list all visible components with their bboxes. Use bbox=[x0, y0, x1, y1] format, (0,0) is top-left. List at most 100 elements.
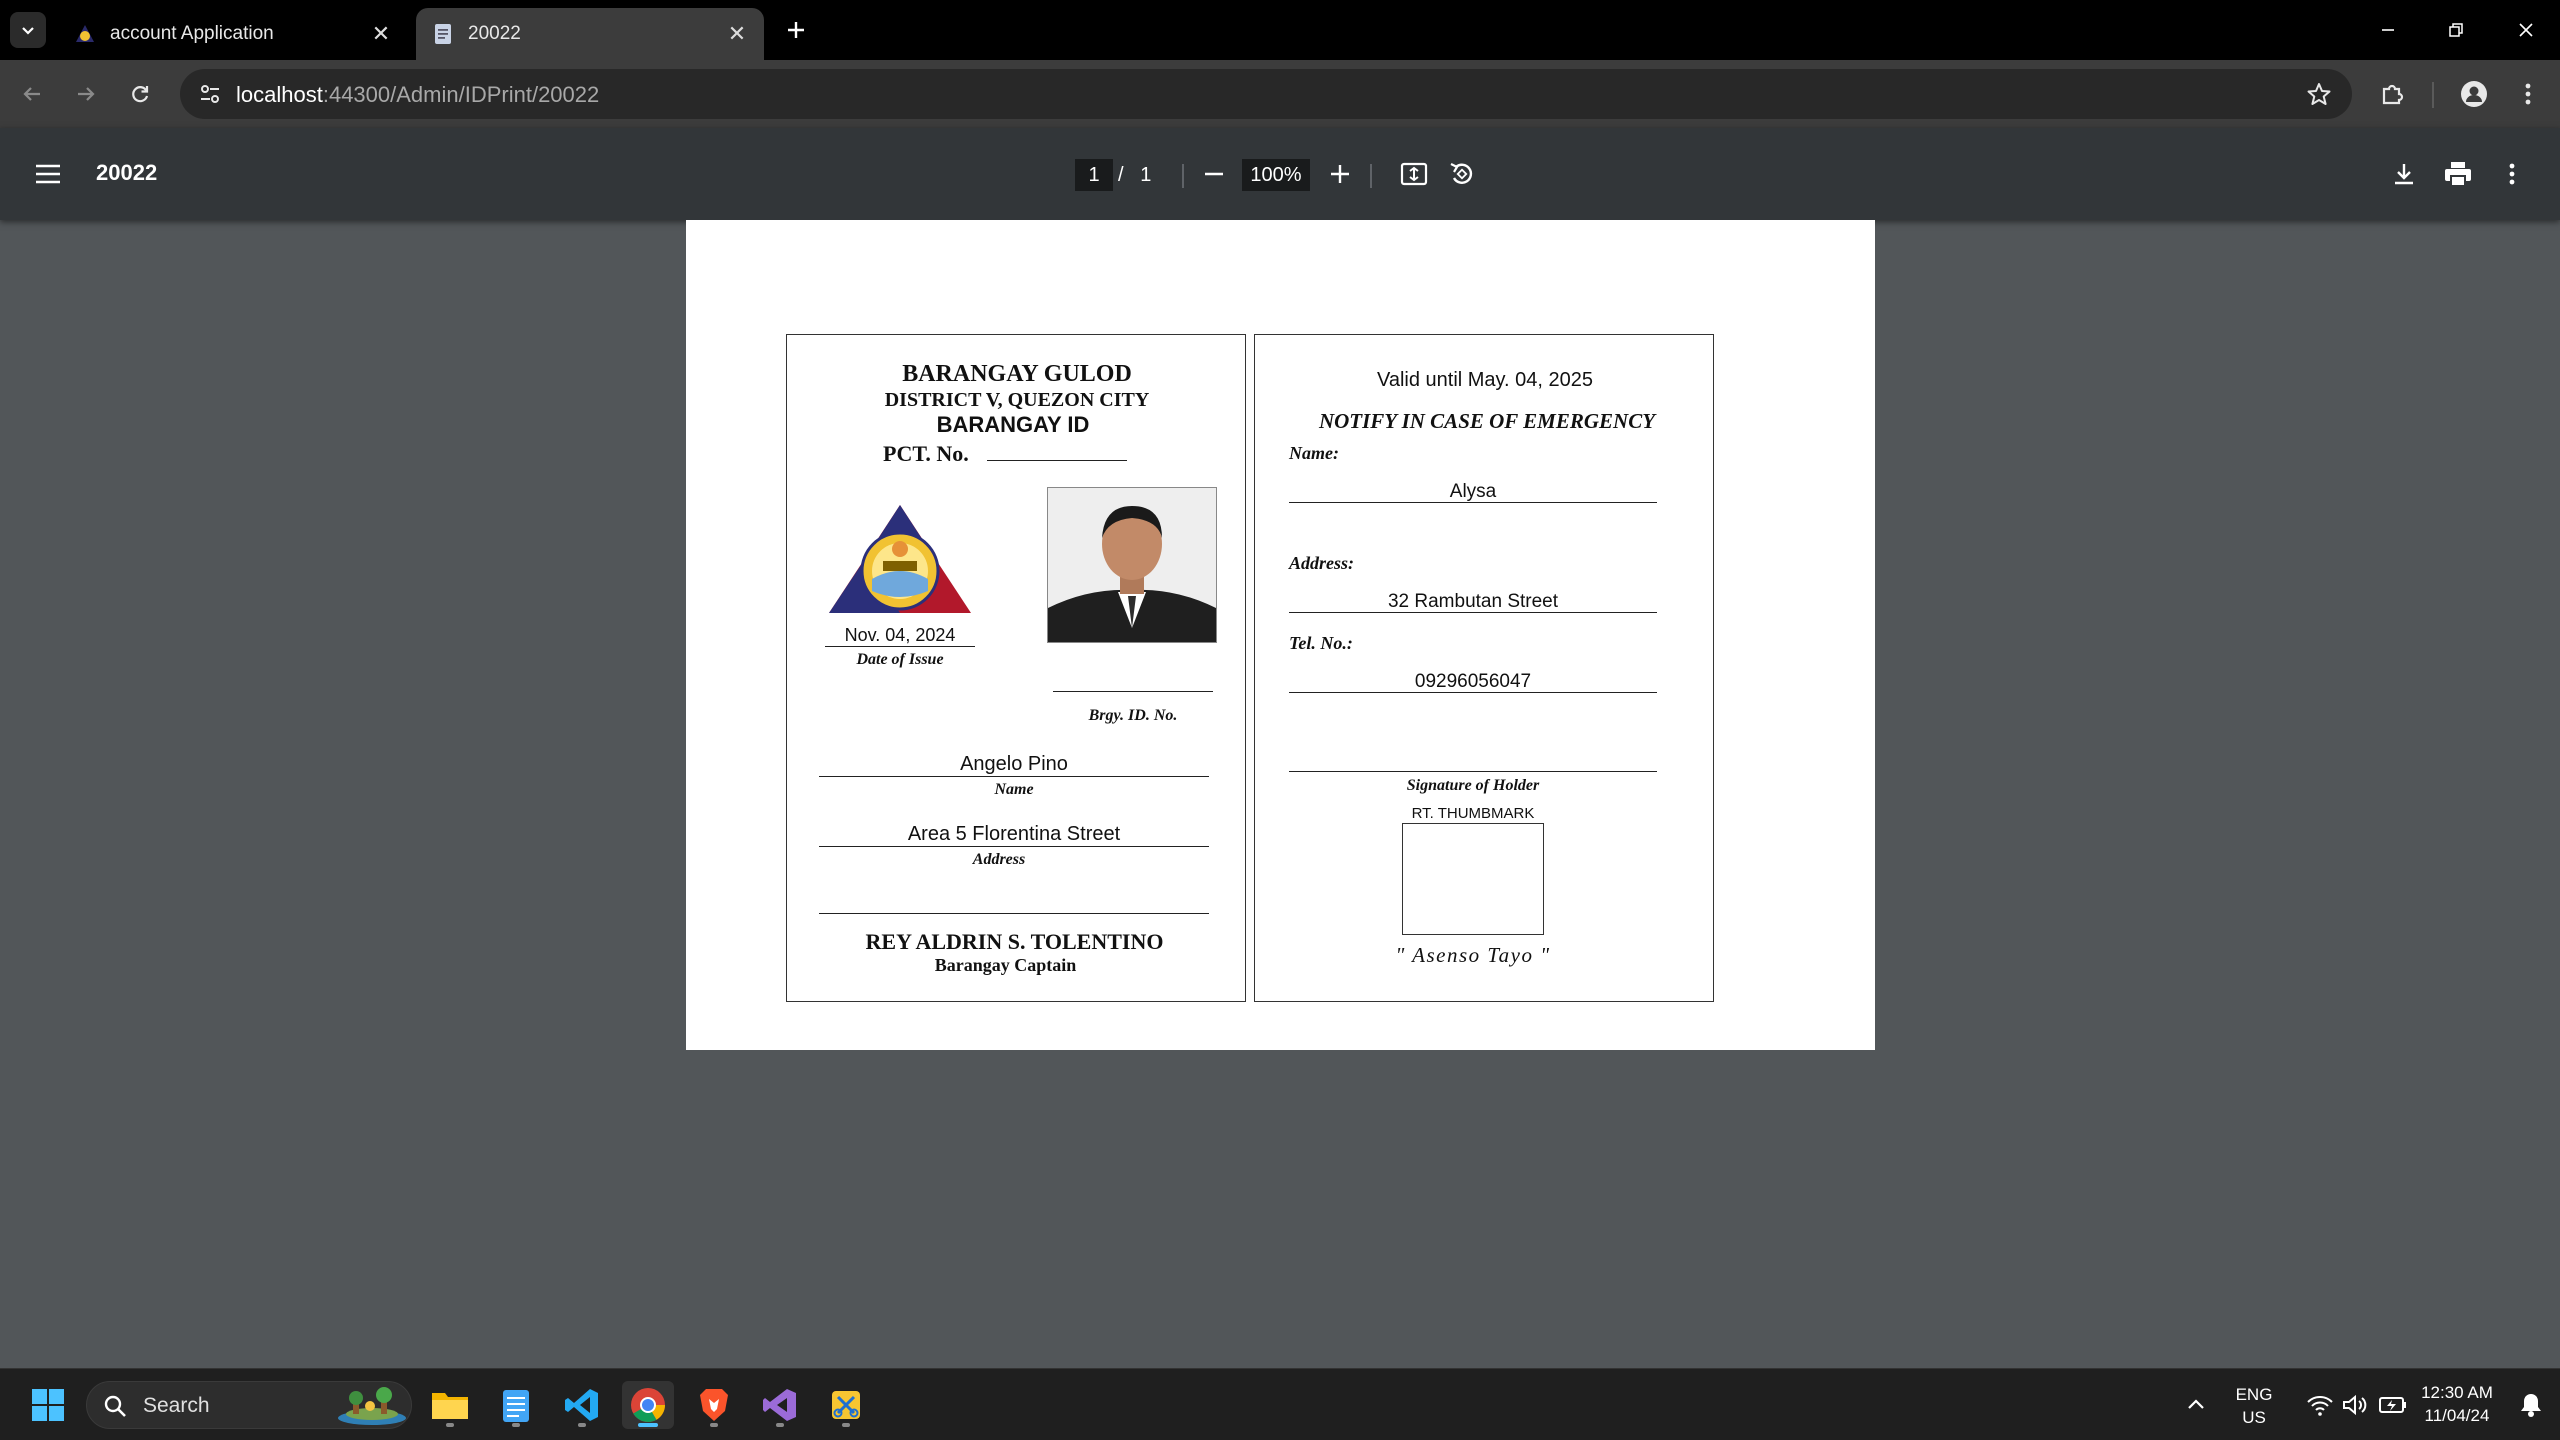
browser-menu-button[interactable] bbox=[2508, 74, 2548, 114]
tab-account-application[interactable]: account Application ✕ bbox=[58, 8, 408, 60]
notepad-icon bbox=[503, 1390, 529, 1422]
bookmark-star-icon[interactable] bbox=[2306, 81, 2332, 112]
district-text: DISTRICT V, QUEZON CITY bbox=[884, 389, 1150, 411]
taskbar-visual-studio[interactable] bbox=[754, 1381, 806, 1429]
vscode-icon bbox=[565, 1389, 598, 1421]
emergency-address-label: Address: bbox=[1289, 553, 1355, 573]
restore-button[interactable] bbox=[2426, 0, 2486, 60]
zoom-in-button[interactable] bbox=[1322, 156, 1358, 192]
wifi-icon bbox=[2307, 1396, 2333, 1416]
close-tab-icon[interactable]: ✕ bbox=[722, 19, 752, 49]
thumbmark-label: RT. THUMBMARK bbox=[1411, 805, 1535, 822]
folder-icon bbox=[432, 1393, 468, 1419]
fit-to-page-button[interactable] bbox=[1396, 156, 1432, 192]
emergency-address-line bbox=[1289, 591, 1657, 613]
emergency-tel-line bbox=[1289, 671, 1657, 693]
id-title: BARANGAY ID bbox=[936, 412, 1090, 437]
taskbar-notepad[interactable] bbox=[490, 1381, 542, 1429]
clock[interactable]: 12:30 AM 11/04/24 bbox=[2404, 1381, 2510, 1427]
download-button[interactable] bbox=[2386, 156, 2422, 192]
page-total: / 1 bbox=[1118, 164, 1151, 187]
running-indicator bbox=[512, 1423, 520, 1427]
running-indicator bbox=[842, 1423, 850, 1427]
minus-icon bbox=[1205, 172, 1223, 176]
toolbar-divider bbox=[2432, 82, 2434, 108]
reload-icon bbox=[132, 86, 149, 103]
site-settings-icon[interactable] bbox=[198, 82, 222, 111]
minimize-button[interactable] bbox=[2358, 0, 2418, 60]
issue-date-label: Date of Issue bbox=[856, 651, 944, 668]
taskbar-brave[interactable] bbox=[688, 1381, 740, 1429]
hamburger-menu-icon bbox=[36, 164, 60, 184]
taskbar-chrome[interactable] bbox=[622, 1381, 674, 1429]
taskbar-vscode[interactable] bbox=[556, 1381, 608, 1429]
browser-toolbar: localhost:44300/Admin/IDPrint/20022 bbox=[0, 60, 2560, 128]
pdf-document-title: 20022 bbox=[96, 160, 158, 185]
tab-title: account Application bbox=[110, 23, 274, 44]
search-highlight-icon bbox=[338, 1387, 406, 1425]
running-indicator bbox=[710, 1423, 718, 1427]
zoom-out-button[interactable] bbox=[1196, 156, 1232, 192]
back-button[interactable] bbox=[12, 74, 52, 114]
page-number-input[interactable]: 1 bbox=[1075, 159, 1113, 191]
captain-signature-line bbox=[819, 913, 1209, 914]
barangay-seal-logo bbox=[825, 501, 975, 617]
start-button[interactable] bbox=[22, 1381, 74, 1429]
windows-logo-icon bbox=[32, 1389, 64, 1421]
emergency-name-label: Name: bbox=[1289, 443, 1339, 463]
restore-icon bbox=[2449, 23, 2463, 37]
tab-title: 20022 bbox=[468, 23, 521, 44]
active-indicator bbox=[638, 1423, 658, 1427]
tab-search-button[interactable] bbox=[10, 12, 46, 48]
tab-20022[interactable]: 20022 ✕ bbox=[416, 8, 764, 60]
issue-date-line bbox=[825, 625, 975, 647]
volume-icon bbox=[2343, 1394, 2367, 1416]
reload-button[interactable] bbox=[120, 74, 160, 114]
language-indicator[interactable]: ENG US bbox=[2226, 1383, 2282, 1429]
toolbar-divider bbox=[1182, 164, 1184, 188]
thumbmark-box bbox=[1402, 823, 1544, 935]
new-tab-button[interactable] bbox=[780, 14, 812, 46]
running-indicator bbox=[578, 1423, 586, 1427]
url-text[interactable]: localhost:44300/Admin/IDPrint/20022 bbox=[236, 82, 599, 108]
captain-name: REY ALDRIN S. TOLENTINO bbox=[865, 929, 1164, 954]
show-hidden-icons-button[interactable] bbox=[2170, 1381, 2222, 1429]
pdf-toolbar: 20022 1 / 1 100% bbox=[0, 128, 2560, 220]
close-window-button[interactable] bbox=[2496, 0, 2556, 60]
close-tab-icon[interactable]: ✕ bbox=[366, 19, 396, 49]
rotate-icon bbox=[1450, 163, 1473, 184]
zoom-level-input[interactable]: 100% bbox=[1242, 159, 1310, 191]
taskbar-snipping-tool[interactable] bbox=[820, 1381, 872, 1429]
language-code: ENG bbox=[2235, 1385, 2273, 1404]
address-bar[interactable]: localhost:44300/Admin/IDPrint/20022 bbox=[180, 69, 2352, 119]
snipping-tool-icon bbox=[832, 1391, 860, 1419]
signature-label: Signature of Holder bbox=[1406, 777, 1540, 794]
pdf-more-actions-button[interactable] bbox=[2494, 156, 2530, 192]
profile-button[interactable] bbox=[2454, 74, 2494, 114]
plus-icon bbox=[788, 22, 804, 38]
taskbar-file-explorer[interactable] bbox=[424, 1381, 476, 1429]
chrome-icon bbox=[631, 1388, 665, 1422]
arrow-right-icon bbox=[78, 87, 95, 101]
extensions-button[interactable] bbox=[2372, 74, 2412, 114]
print-button[interactable] bbox=[2440, 156, 2476, 192]
forward-button[interactable] bbox=[66, 74, 106, 114]
emergency-name-line bbox=[1289, 481, 1657, 503]
holder-address-line bbox=[819, 823, 1209, 847]
rotate-button[interactable] bbox=[1444, 156, 1480, 192]
clock-date: 11/04/24 bbox=[2424, 1406, 2490, 1425]
valid-until-text: Valid until May. 04, 2025 bbox=[1376, 369, 1594, 391]
taskbar-search-box[interactable]: Search bbox=[86, 1381, 412, 1429]
brave-lion-icon bbox=[700, 1389, 728, 1421]
printer-icon bbox=[2445, 162, 2471, 187]
bell-icon bbox=[2521, 1394, 2541, 1417]
url-path: :44300/Admin/IDPrint/20022 bbox=[322, 82, 600, 107]
notifications-button[interactable] bbox=[2510, 1381, 2552, 1429]
pdf-sidebar-toggle[interactable] bbox=[30, 156, 66, 192]
puzzle-icon bbox=[2382, 84, 2404, 105]
barangay-seal-favicon-icon bbox=[74, 23, 96, 45]
holder-name-label: Name bbox=[994, 781, 1034, 798]
visual-studio-icon bbox=[763, 1389, 796, 1421]
id-card-back: Valid until May. 04, 2025 NOTIFY IN CASE… bbox=[1254, 334, 1714, 1002]
tab-strip: account Application ✕ 20022 ✕ bbox=[0, 0, 2560, 60]
